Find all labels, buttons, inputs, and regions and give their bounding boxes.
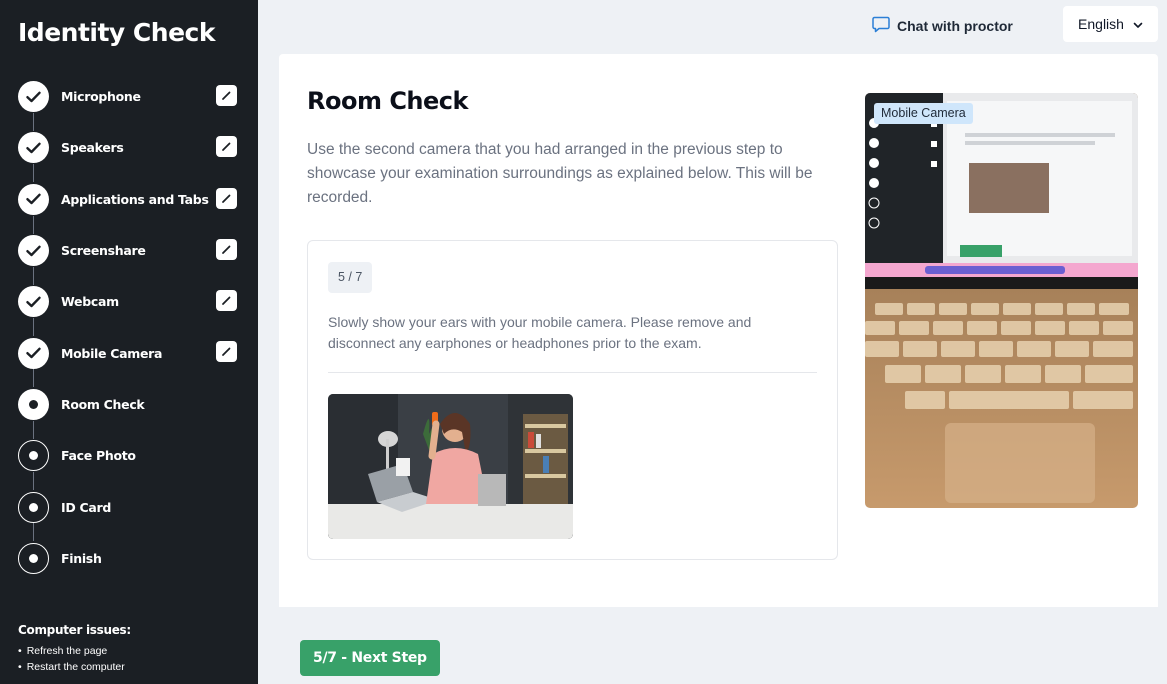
pencil-icon [221,141,232,152]
instruction-box: 5 / 7 Slowly show your ears with your mo… [307,240,838,560]
sidebar-step-label: Screenshare [61,243,146,259]
room-check-card: Room Check Use the second camera that yo… [279,54,1158,607]
mobile-camera-tag: Mobile Camera [874,103,973,124]
sidebar-step-label: Speakers [61,140,124,156]
computer-issues-title: Computer issues: [18,623,131,637]
sidebar-step-label: Applications and Tabs [61,191,209,207]
sidebar-step-label: Room Check [61,396,145,412]
edit-step-button[interactable] [216,341,237,363]
chat-bubble-icon [872,16,890,36]
sidebar-step-face-photo: Face Photo [0,430,258,491]
sidebar: Identity Check Microphone Speakers Applica… [0,0,258,684]
sidebar-step-label: Face Photo [61,448,136,464]
sidebar-step-microphone[interactable]: Microphone [0,71,258,131]
pending-step-dot-icon [18,542,49,574]
sidebar-step-finish: Finish [0,533,258,584]
chat-with-proctor-label: Chat with proctor [897,18,1013,34]
sidebar-step-room-check: Room Check [0,379,258,439]
sidebar-title: Identity Check [18,18,215,47]
edit-step-button[interactable] [216,238,237,260]
mobile-camera-preview: Mobile Camera [865,93,1138,508]
check-icon [18,337,49,369]
step-list: Microphone Speakers Applications and Tabs S… [0,71,258,584]
current-step-dot-icon [18,388,49,420]
pencil-icon [221,346,232,357]
step-progress-badge: 5 / 7 [328,262,373,293]
sidebar-step-webcam[interactable]: Webcam [0,276,258,337]
language-value: English [1078,16,1124,32]
edit-step-button[interactable] [216,136,237,158]
check-icon [18,183,49,215]
edit-step-button[interactable] [216,187,237,209]
sidebar-step-label: Webcam [61,294,119,310]
chevron-down-icon [1133,16,1143,32]
next-step-button[interactable]: 5/7 - Next Step [300,640,440,676]
chat-with-proctor-link[interactable]: Chat with proctor [872,16,1013,36]
pencil-icon [221,295,232,306]
sidebar-step-id-card: ID Card [0,481,258,542]
computer-issues-list: Refresh the page Restart the computer [18,643,131,675]
pending-step-dot-icon [18,440,49,472]
pencil-icon [221,193,232,204]
sidebar-step-label: Microphone [61,89,141,105]
computer-issue-item: Refresh the page [18,643,131,659]
instruction-text: Slowly show your ears with your mobile c… [328,314,752,351]
check-icon [18,81,49,113]
divider [328,372,817,373]
check-icon [18,235,49,267]
sidebar-step-mobile-camera[interactable]: Mobile Camera [0,327,258,388]
edit-step-button[interactable] [216,290,237,312]
edit-step-button[interactable] [216,85,237,106]
check-icon [18,286,49,318]
sidebar-step-screenshare[interactable]: Screenshare [0,225,258,285]
sidebar-step-speakers[interactable]: Speakers [0,122,258,183]
pending-step-dot-icon [18,491,49,523]
language-select[interactable]: English [1063,6,1158,42]
sidebar-step-label: Finish [61,550,102,566]
sidebar-step-label: ID Card [61,499,111,515]
page-description: Use the second camera that you had arran… [307,141,813,206]
sidebar-step-label: Mobile Camera [61,345,163,361]
computer-issues: Computer issues: Refresh the page Restar… [18,623,131,675]
demo-photo [328,394,573,539]
computer-issue-item: Restart the computer [18,659,131,675]
sidebar-step-applications-and-tabs[interactable]: Applications and Tabs [0,174,258,234]
check-icon [18,132,49,164]
pencil-icon [221,90,232,101]
pencil-icon [221,244,232,255]
page-title: Room Check [307,87,468,115]
